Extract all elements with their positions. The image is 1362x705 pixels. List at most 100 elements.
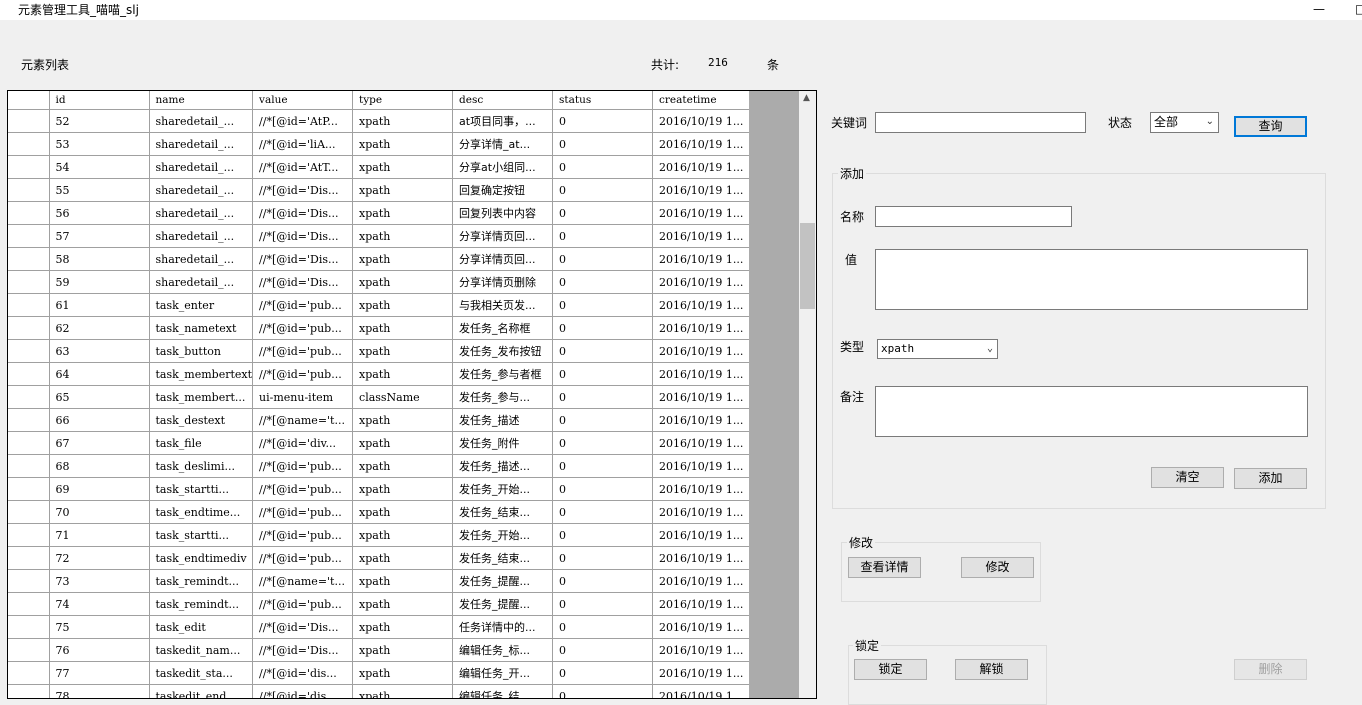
cell-name[interactable]: task_membert... [149, 385, 254, 409]
row-header[interactable] [8, 684, 50, 698]
cell-id[interactable]: 78 [49, 684, 150, 698]
cell-name[interactable]: task_destext [149, 408, 254, 432]
row-header[interactable] [8, 224, 50, 248]
cell-desc[interactable]: 发任务_发布按钮 [452, 339, 554, 363]
cell-value[interactable]: //*[@name='t... [252, 569, 354, 593]
cell-name[interactable]: sharedetail_... [149, 270, 254, 294]
delete-button[interactable]: 删除 [1234, 659, 1307, 680]
cell-id[interactable]: 74 [49, 592, 150, 616]
cell-id[interactable]: 66 [49, 408, 150, 432]
cell-type[interactable]: xpath [352, 454, 454, 478]
cell-desc[interactable]: 与我相关页发... [452, 293, 554, 317]
cell-value[interactable]: //*[@id='pub... [252, 592, 354, 616]
type-select[interactable]: xpath ⌄ [877, 339, 998, 359]
row-header[interactable] [8, 500, 50, 524]
table-row[interactable]: 56 sharedetail_...//*[@id='Dis... xpath 回复列… [8, 201, 754, 225]
cell-id[interactable]: 54 [49, 155, 150, 179]
keyword-input[interactable] [875, 112, 1086, 133]
cell-createtime[interactable]: 2016/10/19 1... [652, 477, 754, 501]
cell-createtime[interactable]: 2016/10/19 1... [652, 523, 754, 547]
row-header[interactable] [8, 523, 50, 547]
cell-desc[interactable]: 发任务_开始... [452, 523, 554, 547]
cell-id[interactable]: 69 [49, 477, 150, 501]
cell-createtime[interactable]: 2016/10/19 1... [652, 615, 754, 639]
cell-createtime[interactable]: 2016/10/19 1... [652, 592, 754, 616]
cell-createtime[interactable]: 2016/10/19 1... [652, 385, 754, 409]
column-header-type[interactable]: type [352, 91, 454, 110]
cell-name[interactable]: task_nametext [149, 316, 254, 340]
cell-type[interactable]: xpath [352, 477, 454, 501]
table-row[interactable]: 57 sharedetail_...//*[@id='Dis... xpath 分享详… [8, 224, 754, 248]
cell-type[interactable]: xpath [352, 569, 454, 593]
cell-value[interactable]: //*[@id='pub... [252, 339, 354, 363]
cell-status[interactable]: 0 [552, 454, 654, 478]
cell-desc[interactable]: at项目同事，... [452, 109, 554, 133]
cell-value[interactable]: //*[@id='AtP... [252, 109, 354, 133]
column-header-name[interactable]: name [149, 91, 254, 110]
cell-desc[interactable]: 发任务_描述... [452, 454, 554, 478]
cell-name[interactable]: taskedit_nam... [149, 638, 254, 662]
unlock-button[interactable]: 解锁 [955, 659, 1028, 680]
row-header[interactable] [8, 132, 50, 156]
cell-desc[interactable]: 回复确定按钮 [452, 178, 554, 202]
vertical-scrollbar[interactable]: ▲ [799, 91, 816, 698]
cell-id[interactable]: 53 [49, 132, 150, 156]
cell-value[interactable]: //*[@id='div... [252, 431, 354, 455]
row-header[interactable] [8, 316, 50, 340]
add-button[interactable]: 添加 [1234, 468, 1307, 489]
cell-name[interactable]: task_deslimi... [149, 454, 254, 478]
cell-value[interactable]: ui-menu-item [252, 385, 354, 409]
cell-status[interactable]: 0 [552, 316, 654, 340]
clear-button[interactable]: 清空 [1151, 467, 1224, 488]
cell-desc[interactable]: 回复列表中内容 [452, 201, 554, 225]
cell-value[interactable]: //*[@name='t... [252, 408, 354, 432]
cell-type[interactable]: xpath [352, 109, 454, 133]
cell-value[interactable]: //*[@id='pub... [252, 523, 354, 547]
cell-status[interactable]: 0 [552, 293, 654, 317]
cell-name[interactable]: task_enter [149, 293, 254, 317]
cell-status[interactable]: 0 [552, 109, 654, 133]
cell-name[interactable]: sharedetail_... [149, 109, 254, 133]
cell-name[interactable]: task_membertext [149, 362, 254, 386]
table-row[interactable]: 53 sharedetail_...//*[@id='liA... xpath 分享详… [8, 132, 754, 156]
row-header[interactable] [8, 592, 50, 616]
row-header[interactable] [8, 270, 50, 294]
cell-desc[interactable]: 发任务_结束... [452, 546, 554, 570]
cell-desc[interactable]: 发任务_名称框 [452, 316, 554, 340]
cell-desc[interactable]: 分享详情_at... [452, 132, 554, 156]
value-textarea[interactable] [875, 249, 1308, 310]
cell-id[interactable]: 64 [49, 362, 150, 386]
table-row[interactable]: 67 task_file//*[@id='div... xpath 发任务_附件 0 20… [8, 431, 754, 455]
cell-type[interactable]: xpath [352, 523, 454, 547]
cell-id[interactable]: 59 [49, 270, 150, 294]
table-row[interactable]: 74 task_remindt...//*[@id='pub... xpath 发任务… [8, 592, 754, 616]
cell-createtime[interactable]: 2016/10/19 1... [652, 247, 754, 271]
cell-status[interactable]: 0 [552, 523, 654, 547]
status-select[interactable]: 全部 ⌄ [1150, 112, 1219, 133]
row-header[interactable] [8, 339, 50, 363]
row-header[interactable] [8, 247, 50, 271]
cell-value[interactable]: //*[@id='AtT... [252, 155, 354, 179]
cell-value[interactable]: //*[@id='pub... [252, 293, 354, 317]
scroll-thumb[interactable] [800, 223, 815, 309]
cell-value[interactable]: //*[@id='Dis... [252, 224, 354, 248]
column-header-desc[interactable]: desc [452, 91, 554, 110]
table-row[interactable]: 61 task_enter//*[@id='pub... xpath 与我相关页发..… [8, 293, 754, 317]
cell-value[interactable]: //*[@id='dis... [252, 684, 354, 698]
name-input[interactable] [875, 206, 1072, 227]
cell-value[interactable]: //*[@id='Dis... [252, 201, 354, 225]
cell-type[interactable]: xpath [352, 316, 454, 340]
cell-desc[interactable]: 编辑任务_标... [452, 638, 554, 662]
cell-value[interactable]: //*[@id='pub... [252, 362, 354, 386]
cell-id[interactable]: 57 [49, 224, 150, 248]
table-row[interactable]: 65 task_membert... ui-menu-item className 发任… [8, 385, 754, 409]
cell-type[interactable]: xpath [352, 247, 454, 271]
row-header[interactable] [8, 385, 50, 409]
cell-desc[interactable]: 发任务_参与者框 [452, 362, 554, 386]
element-grid[interactable]: id name value type desc status createtim… [7, 90, 817, 699]
cell-type[interactable]: xpath [352, 500, 454, 524]
table-row[interactable]: 72 task_endtimediv//*[@id='pub... xpath 发任务… [8, 546, 754, 570]
cell-createtime[interactable]: 2016/10/19 1... [652, 109, 754, 133]
cell-createtime[interactable]: 2016/10/19 1... [652, 316, 754, 340]
cell-value[interactable]: //*[@id='Dis... [252, 615, 354, 639]
